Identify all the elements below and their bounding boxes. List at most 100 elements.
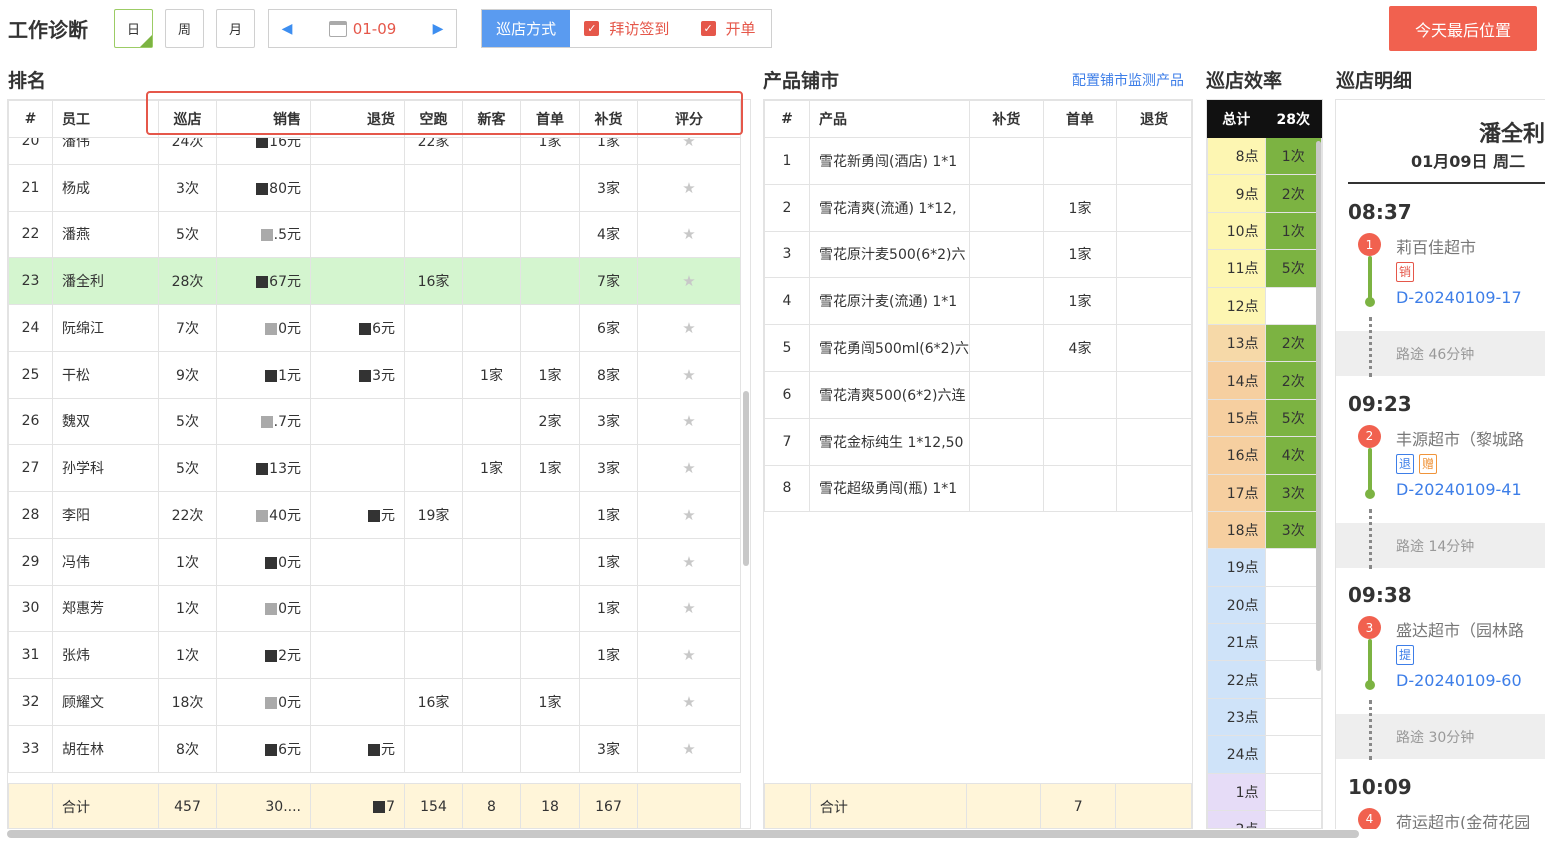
- col-restock[interactable]: 补货: [969, 100, 1044, 138]
- star-icon[interactable]: ★: [682, 693, 695, 711]
- next-date-icon[interactable]: ▶: [420, 21, 456, 37]
- horizontal-scrollbar[interactable]: [7, 830, 1359, 838]
- table-row[interactable]: 23 潘全利 28次 67元 16家 7家 ★: [8, 257, 741, 305]
- hour-row[interactable]: 14点 2次: [1207, 361, 1322, 400]
- col-no[interactable]: #: [8, 100, 53, 138]
- hour-row[interactable]: 22点: [1207, 660, 1322, 699]
- hour-row[interactable]: 9点 2次: [1207, 174, 1322, 213]
- hour-row[interactable]: 15点 5次: [1207, 398, 1322, 438]
- star-icon[interactable]: ★: [682, 412, 695, 430]
- hour-row[interactable]: 16点 4次: [1207, 436, 1322, 475]
- table-row[interactable]: 27 孙学科 5次 13元 1家 1家 3家 ★: [8, 444, 741, 492]
- hour-row[interactable]: 10点 1次: [1207, 211, 1322, 251]
- efficiency-table: 总计 28次 8点 1次 9点 2次 10点 1次 11点 5次 12点 13点 2次 14点 2次 15…: [1206, 99, 1323, 829]
- table-row[interactable]: 3 雪花原汁麦500(6*2)六 1家: [764, 230, 1192, 279]
- star-icon[interactable]: ★: [682, 179, 695, 197]
- hour-row[interactable]: 8点 1次: [1207, 136, 1322, 176]
- table-row[interactable]: 24 阮绵江 7次 0元 6元 6家 ★: [8, 304, 741, 352]
- star-icon[interactable]: ★: [682, 225, 695, 243]
- table-row[interactable]: 21 杨成 3次 80元 3家 ★: [8, 163, 741, 212]
- hour-row[interactable]: 18点 3次: [1207, 510, 1322, 550]
- table-row[interactable]: 30 郑惠芳 1次 0元 1家 ★: [8, 584, 741, 633]
- col-employee[interactable]: 员工: [52, 100, 159, 138]
- star-icon[interactable]: ★: [682, 272, 695, 290]
- hour-row[interactable]: 12点: [1207, 286, 1322, 325]
- period-month-button[interactable]: 月: [216, 9, 255, 48]
- checkbox-checked-icon[interactable]: ✓: [584, 21, 600, 36]
- period-week-button[interactable]: 周: [165, 9, 204, 48]
- star-icon[interactable]: ★: [682, 506, 695, 524]
- star-icon[interactable]: ★: [682, 599, 695, 617]
- table-row[interactable]: 32 顾耀文 18次 0元 16家 1家 ★: [8, 678, 741, 726]
- hour-row[interactable]: 24点: [1207, 735, 1322, 774]
- store-name[interactable]: 荷运超市(金荷花园: [1396, 809, 1530, 830]
- col-first[interactable]: 首单: [1042, 100, 1118, 138]
- employee-name: 李阳: [62, 507, 90, 524]
- last-position-button[interactable]: 今天最后位置: [1389, 6, 1537, 51]
- star-icon[interactable]: ★: [682, 646, 695, 664]
- top-bar: 工作诊断 日 周 月 ◀ 01-09 ▶ 巡店方式 ✓ 拜访签到 ✓ 开单 今天…: [0, 0, 1545, 60]
- efficiency-scrollbar[interactable]: [1316, 141, 1321, 671]
- star-icon[interactable]: ★: [682, 459, 695, 477]
- table-row[interactable]: 1 雪花新勇闯(酒店) 1*1: [764, 137, 1192, 185]
- patrol-count: 1次: [176, 601, 199, 618]
- table-row[interactable]: 4 雪花原汁麦(流通) 1*1 1家: [764, 277, 1192, 326]
- hour-row[interactable]: 1点: [1207, 772, 1322, 812]
- table-row[interactable]: 29 冯伟 1次 0元 1家 ★: [8, 537, 741, 586]
- visit-checkin-toggle[interactable]: ✓ 拜访签到: [570, 10, 686, 47]
- order-toggle[interactable]: ✓ 开单: [687, 10, 771, 47]
- hour-label: 20点: [1207, 585, 1266, 625]
- store-name[interactable]: 盛达超市（园林路: [1396, 617, 1524, 641]
- hour-row[interactable]: 21点: [1207, 623, 1322, 662]
- patrol-mode-label[interactable]: 巡店方式: [482, 10, 571, 47]
- table-row[interactable]: 6 雪花清爽500(6*2)六连: [764, 370, 1192, 419]
- table-row[interactable]: 25 干松 9次 1元 3元 1家 1家 8家 ★: [8, 350, 741, 399]
- product-name: 雪花金标纯生 1*12,50: [809, 417, 971, 466]
- star-icon[interactable]: ★: [682, 319, 695, 337]
- hour-row[interactable]: 13点 2次: [1207, 323, 1322, 363]
- star-icon[interactable]: ★: [682, 553, 695, 571]
- col-no[interactable]: #: [764, 100, 811, 138]
- col-product[interactable]: 产品: [809, 100, 971, 138]
- hour-count: [1264, 697, 1322, 737]
- table-row[interactable]: 8 雪花超级勇闯(瓶) 1*1: [764, 464, 1192, 513]
- table-row[interactable]: 22 潘燕 5次 .5元 4家 ★: [8, 210, 741, 259]
- table-row[interactable]: 26 魏双 5次 .7元 2家 3家 ★: [8, 397, 741, 446]
- hour-row[interactable]: 23点: [1207, 697, 1322, 737]
- table-row[interactable]: 7 雪花金标纯生 1*12,50: [764, 417, 1192, 466]
- date-picker[interactable]: ◀ 01-09 ▶: [268, 9, 457, 48]
- star-icon[interactable]: ★: [682, 366, 695, 384]
- table-row[interactable]: 2 雪花清爽(流通) 1*12, 1家: [764, 183, 1192, 232]
- star-icon[interactable]: ★: [682, 740, 695, 758]
- hour-row[interactable]: 20点: [1207, 585, 1322, 625]
- store-name[interactable]: 丰源超市（黎城路: [1396, 426, 1524, 450]
- period-day-button[interactable]: 日: [114, 9, 153, 48]
- order-link[interactable]: D-20240109-17: [1396, 288, 1522, 307]
- ranking-total: 合计 457 30.... 7 154 8 18 167: [8, 783, 741, 828]
- col-returns[interactable]: 退货: [1116, 100, 1192, 138]
- table-row[interactable]: 31 张炜 1次 2元 1家 ★: [8, 631, 741, 679]
- restock: 8家: [597, 367, 620, 384]
- product-title: 产品铺市: [763, 70, 840, 92]
- row-no: 28: [21, 506, 40, 523]
- table-row[interactable]: 5 雪花勇闯500ml(6*2)六 4家: [764, 324, 1192, 372]
- order-link[interactable]: D-20240109-41: [1396, 480, 1522, 499]
- patrol-count: 5次: [176, 227, 199, 244]
- route-duration: 路途 14分钟: [1336, 508, 1545, 569]
- hour-row[interactable]: 11点 5次: [1207, 249, 1322, 288]
- order-link[interactable]: D-20240109-60: [1396, 671, 1522, 690]
- store-name[interactable]: 莉百佳超市: [1396, 234, 1476, 258]
- hour-row[interactable]: 17点 3次: [1207, 473, 1322, 512]
- config-product-link[interactable]: 配置铺市监测产品: [1072, 70, 1184, 90]
- hour-row[interactable]: 19点: [1207, 548, 1322, 587]
- total-restock: 167: [579, 783, 638, 828]
- ranking-scrollbar[interactable]: [743, 391, 749, 566]
- total-sales: 30....: [216, 783, 311, 828]
- hour-row[interactable]: 2点: [1207, 810, 1322, 828]
- table-row[interactable]: 28 李阳 22次 40元 元 19家 1家 ★: [8, 491, 741, 539]
- table-row[interactable]: 33 胡在林 8次 6元 元 3家 ★: [8, 724, 741, 773]
- date-value[interactable]: 01-09: [353, 20, 397, 38]
- total-first: 7: [1040, 783, 1117, 828]
- prev-date-icon[interactable]: ◀: [269, 21, 305, 37]
- checkbox-checked-icon[interactable]: ✓: [700, 21, 716, 36]
